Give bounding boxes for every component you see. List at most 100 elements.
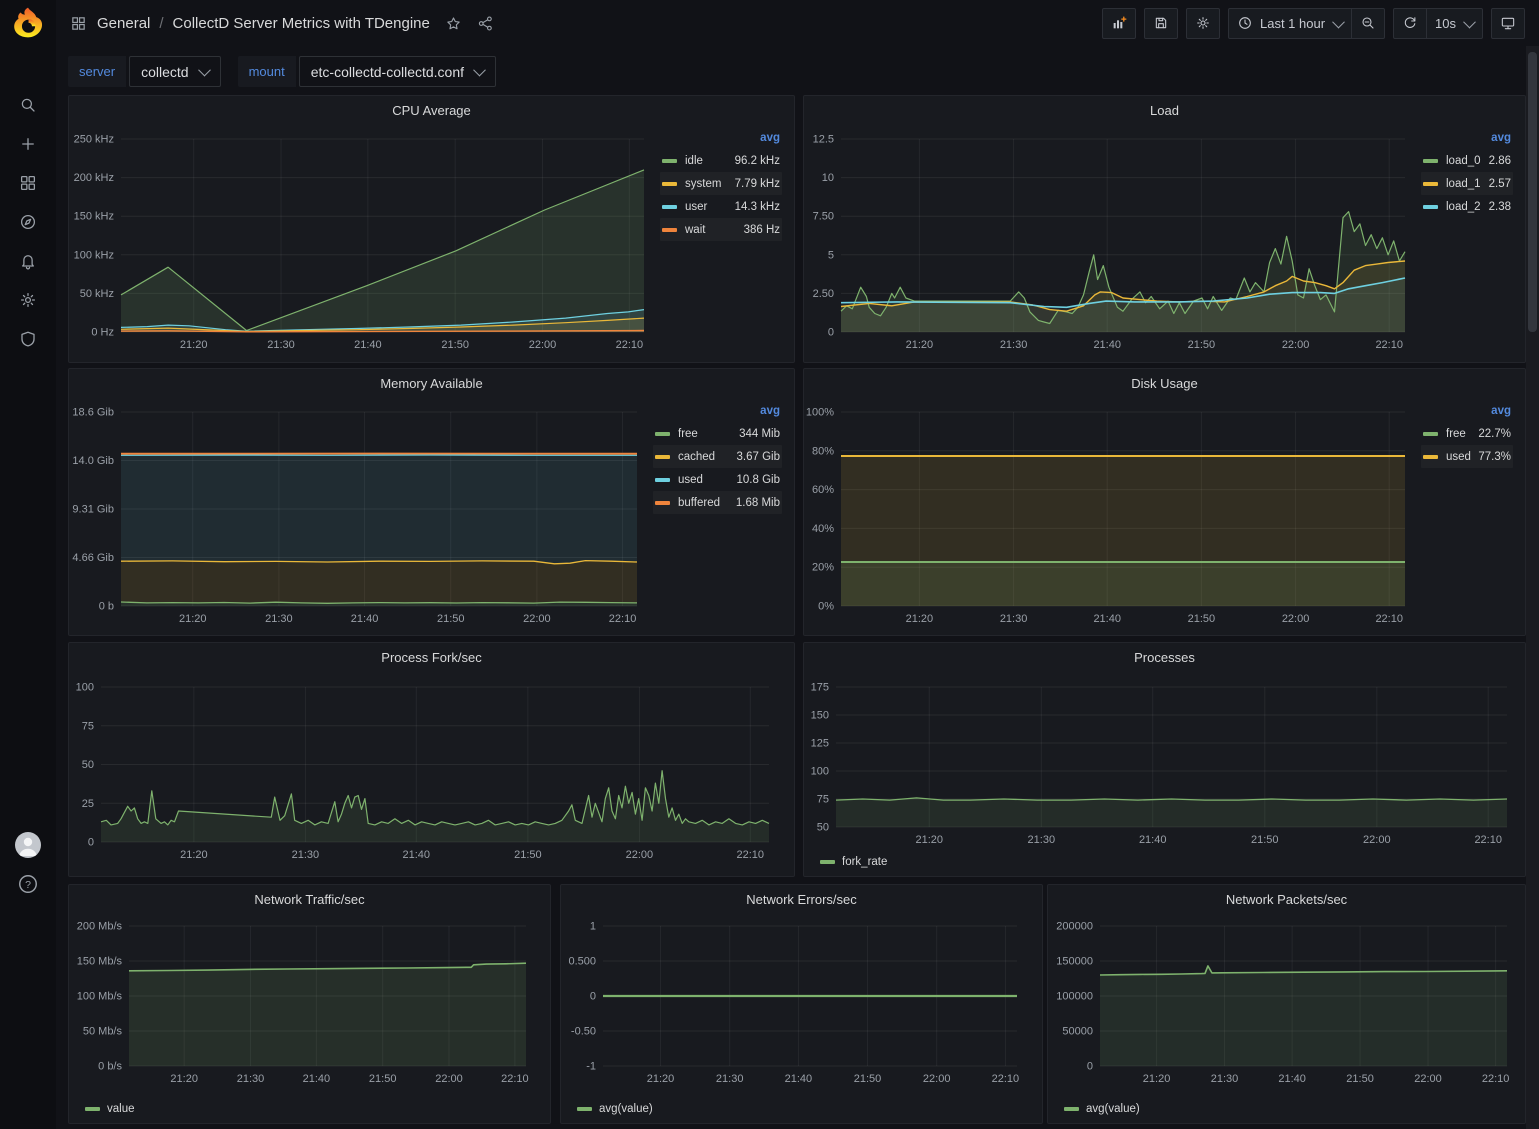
time-range-picker[interactable]: Last 1 hour	[1228, 8, 1352, 39]
legend: avgfree22.7%used77.3%	[1421, 401, 1513, 468]
legend-item-avg(value)[interactable]: avg(value)	[577, 1103, 653, 1115]
legend-item-idle[interactable]: idle96.2 kHz	[660, 149, 782, 172]
search-icon[interactable]	[19, 96, 37, 114]
y-tick-label: 9.31 Gib	[72, 504, 114, 516]
legend-item-load_0[interactable]: load_02.86	[1421, 149, 1513, 172]
y-tick-label: 80%	[812, 445, 834, 457]
create-plus-icon[interactable]	[19, 135, 37, 153]
scrollbar-track[interactable]	[1526, 0, 1539, 1129]
panel-title[interactable]: Network Traffic/sec	[69, 888, 550, 912]
legend-avg-value: 344 Mib	[739, 428, 780, 440]
panel-title[interactable]: Load	[804, 99, 1525, 123]
x-tick-label: 21:40	[1278, 1073, 1306, 1085]
legend-series-name: avg(value)	[599, 1103, 653, 1115]
y-tick-label: 100000	[1056, 991, 1093, 1003]
share-icon[interactable]	[477, 15, 494, 32]
alerting-bell-icon[interactable]	[19, 252, 37, 270]
dashboards-icon[interactable]	[19, 174, 37, 192]
legend-avg-header: avg	[653, 401, 782, 422]
x-tick-label: 21:20	[916, 834, 944, 846]
series-color-swatch	[1423, 455, 1438, 459]
dashboard-settings-button[interactable]	[1186, 8, 1220, 39]
x-tick-label: 21:20	[179, 613, 207, 625]
grafana-logo[interactable]	[11, 6, 45, 40]
x-tick-label: 21:30	[1028, 834, 1056, 846]
legend-series-name: system	[685, 178, 721, 190]
save-dashboard-button[interactable]	[1144, 8, 1178, 39]
legend-avg-header: avg	[1421, 128, 1513, 149]
x-tick-label: 21:30	[1211, 1073, 1239, 1085]
y-tick-label: 150 Mb/s	[77, 956, 123, 968]
legend-item-load_2[interactable]: load_22.38	[1421, 195, 1513, 218]
series-fill-value	[129, 963, 526, 1066]
y-tick-label: 150000	[1056, 956, 1093, 968]
legend-item-user[interactable]: user14.3 kHz	[660, 195, 782, 218]
y-tick-label: 75	[82, 720, 94, 732]
y-tick-label: 100 Mb/s	[77, 991, 123, 1003]
panel-processes: Processes 175150125100755021:2021:3021:4…	[803, 642, 1526, 877]
legend-avg-header: avg	[1421, 401, 1513, 422]
series-color-swatch	[1064, 1107, 1079, 1111]
chart-canvas: 200 Mb/s150 Mb/s100 Mb/s50 Mb/s0 b/s21:2…	[69, 885, 550, 1123]
legend-item-free[interactable]: free22.7%	[1421, 422, 1513, 445]
panel-title[interactable]: Disk Usage	[804, 372, 1525, 396]
panel-title[interactable]: Network Errors/sec	[561, 888, 1042, 912]
refresh-button[interactable]	[1393, 8, 1427, 39]
x-tick-label: 21:50	[369, 1073, 397, 1085]
dashboard-title[interactable]: CollectD Server Metrics with TDengine	[173, 15, 430, 32]
y-tick-label: 1	[590, 921, 596, 933]
variable-mount-picker[interactable]: etc-collectd-collectd.conf	[299, 56, 496, 87]
star-icon[interactable]	[445, 15, 462, 32]
zoom-out-time-button[interactable]	[1352, 8, 1385, 39]
x-tick-label: 21:30	[267, 339, 295, 351]
legend-item-cached[interactable]: cached3.67 Gib	[653, 445, 782, 468]
x-tick-label: 21:20	[180, 849, 208, 861]
series-color-swatch	[655, 478, 670, 482]
help-icon[interactable]: ?	[17, 873, 39, 895]
x-tick-label: 22:10	[1482, 1073, 1510, 1085]
y-tick-label: 200 Mb/s	[77, 921, 123, 933]
svg-text:?: ?	[25, 879, 31, 891]
legend-avg-header: avg	[660, 128, 782, 149]
series-fill-idle	[121, 170, 644, 332]
server-admin-shield-icon[interactable]	[19, 330, 37, 348]
legend-avg-value: 2.38	[1489, 201, 1511, 213]
explore-compass-icon[interactable]	[19, 213, 37, 231]
scrollbar-thumb[interactable]	[1528, 52, 1537, 332]
panel-title[interactable]: CPU Average	[69, 99, 794, 123]
variable-server-picker[interactable]: collectd	[129, 56, 220, 87]
panel-title[interactable]: Memory Available	[69, 372, 794, 396]
panel-load: Load 12.5107.5052.50021:2021:3021:4021:5…	[803, 95, 1526, 363]
configuration-gear-icon[interactable]	[19, 291, 37, 309]
x-tick-label: 22:10	[609, 613, 637, 625]
panel-title[interactable]: Network Packets/sec	[1048, 888, 1525, 912]
kiosk-mode-button[interactable]	[1491, 8, 1525, 39]
legend-item-value[interactable]: value	[85, 1103, 135, 1115]
refresh-interval-label: 10s	[1435, 16, 1456, 31]
series-color-swatch	[1423, 182, 1438, 186]
y-tick-label: -0.50	[571, 1026, 596, 1038]
chart-canvas: 12.5107.5052.50021:2021:3021:4021:5022:0…	[804, 96, 1525, 362]
add-panel-button[interactable]	[1102, 8, 1136, 39]
legend-item-system[interactable]: system7.79 kHz	[660, 172, 782, 195]
panel-title[interactable]: Process Fork/sec	[69, 646, 794, 670]
x-tick-label: 22:00	[523, 613, 551, 625]
series-fill-avg(value)	[1100, 966, 1507, 1066]
user-avatar[interactable]	[15, 832, 41, 858]
legend-avg-value: 3.67 Gib	[737, 451, 780, 463]
legend-item-used[interactable]: used10.8 Gib	[653, 468, 782, 491]
x-tick-label: 22:10	[616, 339, 644, 351]
y-tick-label: 14.0 Gib	[72, 455, 114, 467]
dashboard-grid-icon	[70, 15, 87, 32]
legend-item-load_1[interactable]: load_12.57	[1421, 172, 1513, 195]
legend-item-avg(value)[interactable]: avg(value)	[1064, 1103, 1140, 1115]
legend-item-free[interactable]: free344 Mib	[653, 422, 782, 445]
legend-item-wait[interactable]: wait386 Hz	[660, 218, 782, 241]
legend-item-fork_rate[interactable]: fork_rate	[820, 856, 887, 868]
legend-item-buffered[interactable]: buffered1.68 Mib	[653, 491, 782, 514]
refresh-interval-picker[interactable]: 10s	[1427, 8, 1483, 39]
legend-item-used[interactable]: used77.3%	[1421, 445, 1513, 468]
panel-title[interactable]: Processes	[804, 646, 1525, 670]
breadcrumb-folder[interactable]: General	[97, 15, 150, 32]
series-color-swatch	[1423, 432, 1438, 436]
